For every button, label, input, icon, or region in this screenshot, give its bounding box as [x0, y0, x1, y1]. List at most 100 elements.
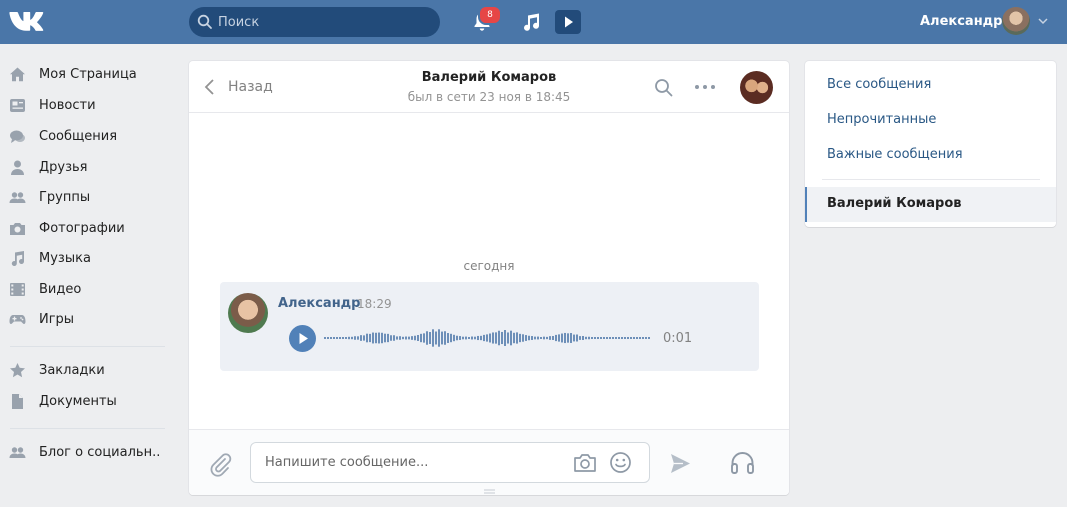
message-item[interactable]: Александр 18:29 0:01 — [220, 282, 759, 371]
search-bar[interactable] — [189, 7, 440, 37]
groups-icon — [9, 192, 26, 203]
waveform-bar — [327, 337, 329, 339]
sidebar-item-music[interactable]: Музыка — [0, 244, 170, 272]
music-note-icon[interactable] — [520, 11, 542, 33]
waveform-bar — [348, 336, 350, 340]
divider — [10, 346, 165, 347]
waveform-bar — [507, 332, 509, 344]
vk-logo[interactable] — [9, 9, 47, 35]
waveform-bar — [585, 336, 587, 340]
message-input[interactable] — [265, 443, 555, 482]
waveform-bar — [405, 336, 407, 340]
waveform-bar — [534, 336, 536, 340]
resize-handle[interactable] — [484, 489, 495, 494]
waveform-bar — [546, 336, 548, 340]
waveform-bar — [525, 335, 527, 341]
header-username[interactable]: Александр — [920, 14, 1003, 29]
sidebar-item-documents[interactable]: Документы — [0, 387, 170, 415]
sidebar-item-games[interactable]: Игры — [0, 305, 170, 333]
sidebar-item-news[interactable]: Новости — [0, 91, 170, 119]
camera-icon[interactable] — [573, 452, 597, 474]
waveform-bar — [564, 332, 566, 344]
waveform-bar — [462, 336, 464, 340]
filter-all-messages[interactable]: Все сообщения — [827, 77, 931, 92]
peer-status: был в сети 23 ноя в 18:45 — [407, 90, 571, 104]
paperclip-icon[interactable] — [208, 452, 234, 478]
waveform-bar — [342, 337, 344, 339]
waveform-bar — [438, 329, 440, 347]
waveform-bar — [579, 336, 581, 340]
waveform-bar — [396, 336, 398, 340]
headset-icon[interactable] — [729, 449, 756, 476]
music-icon — [11, 251, 24, 266]
waveform-bar — [363, 335, 365, 341]
waveform-bar — [453, 334, 455, 342]
chevron-down-icon[interactable] — [1038, 17, 1048, 25]
message-input-box[interactable] — [250, 442, 650, 483]
camera-icon — [10, 223, 25, 235]
sidebar-item-photos[interactable]: Фотографии — [0, 214, 170, 242]
waveform-bar — [324, 337, 326, 339]
active-dialog-item[interactable]: Валерий Комаров — [805, 187, 1056, 222]
waveform-bar — [414, 335, 416, 341]
sidebar-item-my-page[interactable]: Моя Страница — [0, 60, 170, 88]
search-input[interactable] — [218, 7, 428, 37]
message-composer — [189, 429, 789, 495]
waveform-bar — [456, 335, 458, 341]
filter-unread[interactable]: Непрочитанные — [827, 112, 936, 127]
waveform-bar — [567, 333, 569, 343]
divider — [822, 179, 1040, 180]
waveform-bar — [531, 336, 533, 340]
waveform-bar — [369, 333, 371, 343]
waveform-bar — [378, 332, 380, 344]
audio-player-button[interactable] — [555, 10, 581, 34]
message-author[interactable]: Александр — [278, 296, 361, 311]
waveform-bar — [474, 336, 476, 340]
notification-badge: 8 — [478, 5, 502, 25]
peer-name[interactable]: Валерий Комаров — [189, 70, 789, 85]
sidebar-item-video[interactable]: Видео — [0, 275, 170, 303]
waveform-bar — [600, 337, 602, 339]
waveform-bar — [558, 334, 560, 342]
chat-panel: Назад Валерий Комаров был в сети 23 ноя … — [189, 61, 789, 495]
sidebar-item-groups[interactable]: Группы — [0, 183, 170, 211]
waveform-bar — [423, 333, 425, 343]
send-icon[interactable] — [669, 452, 692, 475]
sidebar-item-group-blog[interactable]: Блог о социальн.. — [0, 438, 170, 466]
voice-waveform[interactable] — [324, 326, 652, 350]
sidebar-item-bookmarks[interactable]: Закладки — [0, 356, 170, 384]
waveform-bar — [519, 333, 521, 343]
waveform-bar — [504, 330, 506, 346]
video-icon — [10, 283, 25, 296]
sidebar-item-friends[interactable]: Друзья — [0, 153, 170, 181]
waveform-bar — [543, 336, 545, 340]
waveform-bar — [561, 333, 563, 343]
waveform-bar — [555, 334, 557, 342]
filter-important[interactable]: Важные сообщения — [827, 147, 963, 162]
search-icon[interactable] — [654, 78, 673, 97]
waveform-bar — [492, 332, 494, 344]
waveform-bar — [513, 332, 515, 344]
avatar[interactable] — [228, 293, 268, 333]
waveform-bar — [501, 331, 503, 345]
waveform-bar — [633, 337, 635, 339]
waveform-bar — [498, 330, 500, 346]
star-icon — [10, 363, 25, 378]
more-icon[interactable] — [694, 84, 716, 90]
waveform-bar — [540, 337, 542, 339]
peer-avatar[interactable] — [740, 71, 773, 104]
emoji-icon[interactable] — [609, 451, 632, 474]
waveform-bar — [417, 335, 419, 341]
waveform-bar — [495, 332, 497, 344]
active-dialog-label: Валерий Комаров — [827, 196, 962, 211]
waveform-bar — [627, 337, 629, 339]
sidebar-item-messages[interactable]: Сообщения — [0, 122, 170, 150]
waveform-bar — [447, 333, 449, 343]
avatar[interactable] — [1002, 7, 1030, 35]
voice-play-button[interactable] — [289, 325, 316, 352]
waveform-bar — [435, 331, 437, 345]
message-time: 18:29 — [357, 297, 392, 311]
waveform-bar — [387, 333, 389, 343]
waveform-bar — [618, 337, 620, 339]
waveform-bar — [642, 337, 644, 339]
